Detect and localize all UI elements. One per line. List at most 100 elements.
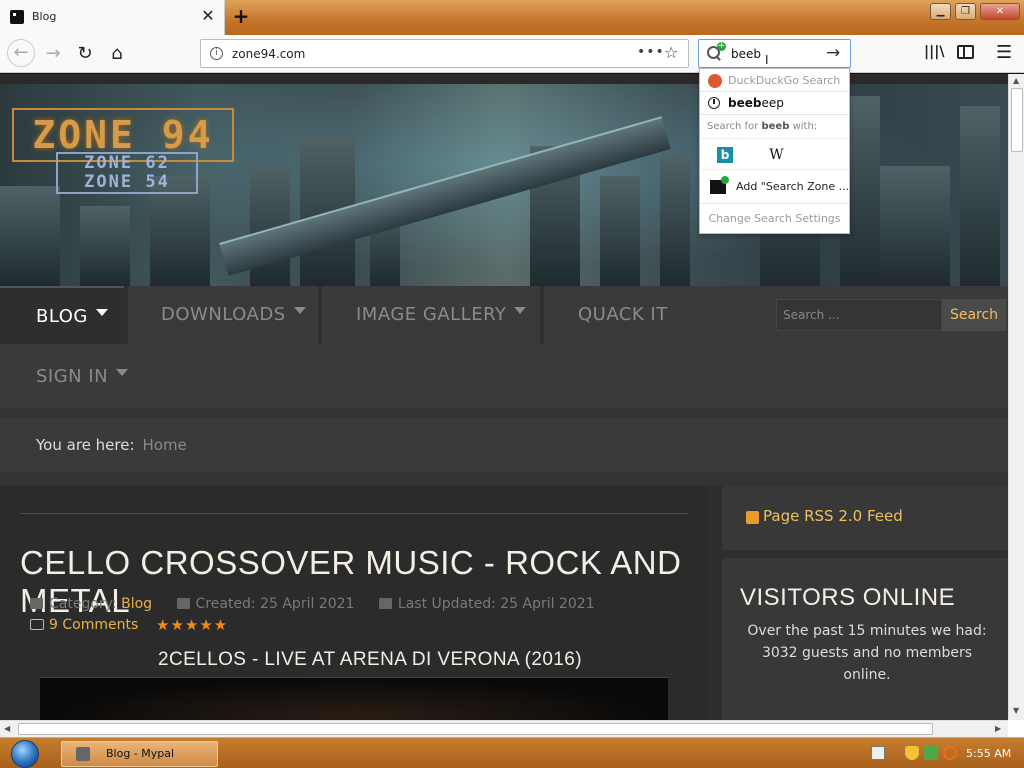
- folder-icon: [30, 598, 43, 609]
- taskbar: Blog - Mypal 5:55 AM: [0, 737, 1024, 768]
- logo-sub-line-1: ZONE 62: [84, 153, 170, 173]
- tab-title: Blog: [32, 10, 57, 23]
- library-icon[interactable]: |||\: [924, 44, 944, 62]
- back-button[interactable]: ←: [7, 39, 35, 67]
- rss-module: Page RSS 2.0 Feed: [722, 486, 1008, 550]
- network-icon[interactable]: [924, 746, 938, 760]
- nav-label: IMAGE GALLERY: [356, 304, 507, 325]
- visitors-module: VISITORS ONLINE Over the past 15 minutes…: [722, 558, 1008, 720]
- article-subheading: 2CELLOS - LIVE AT ARENA DI VERONA (2016): [158, 649, 582, 670]
- window-close-button[interactable]: ✕: [980, 3, 1020, 20]
- scroll-left-icon[interactable]: ◀: [4, 724, 10, 733]
- scroll-down-icon[interactable]: ▼: [1013, 706, 1019, 715]
- title-bar: Blog ✕ + ▁ ❐ ✕: [0, 0, 1024, 35]
- taskbar-item-label: Blog - Mypal: [106, 747, 175, 760]
- breadcrumb: You are here: Home: [0, 418, 1008, 472]
- comments-link[interactable]: 9 Comments: [30, 617, 138, 633]
- search-for-prefix: Search for: [707, 121, 759, 132]
- main-navigation: BLOG DOWNLOADS IMAGE GALLERY QUACK IT SI…: [0, 286, 1008, 408]
- logo-sub-line-2: ZONE 54: [84, 172, 170, 192]
- visitors-text: Over the past 15 minutes we had: 3032 gu…: [747, 623, 987, 683]
- add-engine-badge-icon: +: [717, 41, 726, 51]
- rss-feed-link[interactable]: Page RSS 2.0 Feed: [763, 507, 903, 525]
- vertical-scroll-thumb[interactable]: [1011, 88, 1023, 152]
- sidebar-toggle-icon[interactable]: [957, 45, 974, 59]
- search-for-suffix: with:: [792, 121, 818, 132]
- bing-icon[interactable]: b: [717, 147, 733, 163]
- scroll-up-icon[interactable]: ▲: [1013, 76, 1019, 85]
- vertical-scrollbar[interactable]: ▲ ▼: [1008, 74, 1024, 720]
- nav-item-image-gallery[interactable]: IMAGE GALLERY: [320, 286, 540, 344]
- site-search-button[interactable]: Search: [942, 299, 1006, 331]
- change-search-settings-button[interactable]: Change Search Settings: [700, 204, 849, 233]
- search-for-label: Search for beeb with:: [700, 114, 849, 138]
- wikipedia-icon[interactable]: W: [764, 144, 789, 166]
- search-input[interactable]: beeb: [731, 47, 761, 61]
- engine-name: DuckDuckGo Search: [728, 74, 841, 87]
- url-text[interactable]: zone94.com: [232, 47, 305, 61]
- search-suggestion-item[interactable]: beebeep: [700, 92, 849, 114]
- window-minimize-button[interactable]: ▁: [930, 3, 951, 20]
- section-divider: [0, 408, 1008, 418]
- start-button[interactable]: [4, 738, 44, 768]
- nav-item-quack-it[interactable]: QUACK IT: [542, 286, 702, 344]
- add-engine-label: Add "Search Zone ...: [736, 180, 849, 193]
- caret-down-icon: [514, 307, 527, 314]
- search-bar[interactable]: + beeb I →: [698, 39, 851, 68]
- add-badge-icon: [721, 176, 729, 184]
- caret-down-icon: [95, 309, 108, 316]
- forward-button[interactable]: →: [40, 41, 66, 67]
- content-rule: [20, 513, 688, 514]
- tab-blog[interactable]: Blog ✕: [0, 0, 225, 35]
- header-banner-image: ZONE 94 ZONE 62 ZONE 54: [0, 84, 1008, 286]
- add-search-engine-item[interactable]: Add "Search Zone ...: [700, 170, 849, 204]
- reload-button[interactable]: ↻: [72, 41, 98, 67]
- taskbar-clock[interactable]: 5:55 AM: [966, 747, 1011, 760]
- video-embed[interactable]: [40, 677, 668, 720]
- comment-icon: [30, 619, 44, 630]
- nav-item-downloads[interactable]: DOWNLOADS: [125, 286, 318, 344]
- nav-item-blog[interactable]: BLOG: [0, 286, 124, 344]
- page-viewport: ZONE 94 ZONE 62 ZONE 54 BLOG DOWNLOADS I…: [0, 74, 1008, 720]
- scroll-right-icon[interactable]: ▶: [995, 724, 1001, 733]
- calendar-icon: [176, 598, 190, 609]
- duckduckgo-icon: [708, 74, 722, 88]
- horizontal-scrollbar[interactable]: ◀ ▶: [0, 720, 1008, 737]
- search-tray-icon[interactable]: [943, 746, 957, 760]
- history-clock-icon: [708, 97, 720, 109]
- home-button[interactable]: ⌂: [104, 41, 130, 67]
- bookmark-star-icon[interactable]: ☆: [664, 43, 678, 62]
- article-meta: Category: Blog Created: 25 April 2021 La…: [30, 596, 595, 612]
- tab-close-icon[interactable]: ✕: [199, 6, 217, 26]
- search-suggestions-popup: DuckDuckGo Search beebeep Search for bee…: [699, 68, 850, 234]
- url-bar[interactable]: i zone94.com ••• ☆: [200, 39, 689, 68]
- nav-label: DOWNLOADS: [161, 304, 286, 325]
- current-engine-header: DuckDuckGo Search: [700, 69, 849, 92]
- keyboard-icon[interactable]: [871, 746, 885, 760]
- search-for-term: beeb: [761, 121, 790, 132]
- browser-app-icon: [76, 747, 90, 761]
- taskbar-item-browser[interactable]: Blog - Mypal: [61, 741, 218, 767]
- nav-label: BLOG: [36, 306, 88, 327]
- site-search-input[interactable]: Search ...: [776, 299, 942, 331]
- category-link[interactable]: Blog: [121, 596, 152, 612]
- site-logo-sub: ZONE 62 ZONE 54: [56, 152, 198, 194]
- menu-icon[interactable]: ☰: [996, 42, 1012, 63]
- search-go-icon[interactable]: →: [826, 43, 840, 63]
- window-maximize-button[interactable]: ❐: [955, 3, 976, 20]
- site-favicon-icon: [10, 10, 24, 24]
- nav-item-sign-in[interactable]: SIGN IN: [0, 348, 146, 406]
- breadcrumb-home-link[interactable]: Home: [143, 436, 187, 454]
- section-divider: [0, 472, 1008, 486]
- security-shield-icon[interactable]: [905, 746, 919, 760]
- created-date: Created: 25 April 2021: [195, 596, 355, 612]
- site-info-icon[interactable]: i: [210, 47, 223, 60]
- updated-date: Last Updated: 25 April 2021: [397, 596, 595, 612]
- one-off-engines: b W: [700, 138, 849, 170]
- rss-icon: [746, 511, 759, 524]
- article-content: CELLO CROSSOVER MUSIC - ROCK AND METAL C…: [0, 486, 708, 720]
- horizontal-scroll-thumb[interactable]: [18, 723, 933, 735]
- rating-stars[interactable]: ★★★★★: [156, 616, 228, 634]
- page-actions-button[interactable]: •••: [637, 44, 665, 60]
- new-tab-button[interactable]: +: [231, 5, 251, 27]
